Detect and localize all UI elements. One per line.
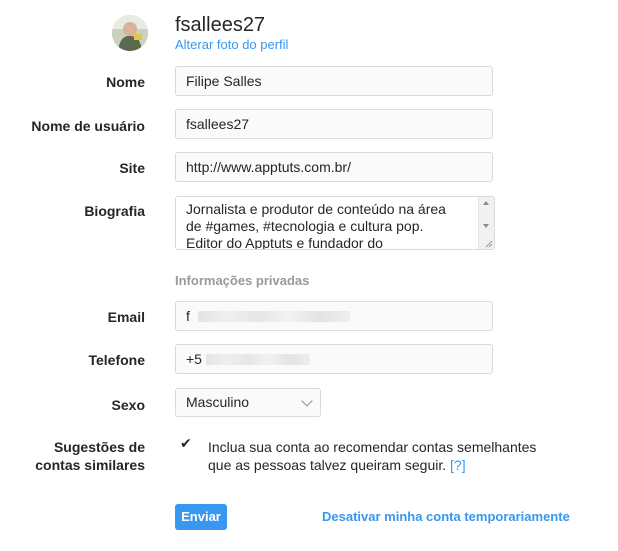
email-visible-value: f	[186, 308, 190, 324]
phone-visible-value: +5	[186, 351, 202, 367]
gender-select[interactable]: Masculino	[175, 388, 321, 417]
help-link[interactable]: [?]	[450, 457, 466, 473]
suggestions-checkbox[interactable]: ✔	[180, 436, 193, 450]
scroll-down-arrow-icon[interactable]	[483, 224, 489, 228]
profile-username: fsallees27	[175, 14, 266, 36]
suggestions-label-line: Sugestões de	[53, 439, 145, 455]
phone-blurred-region	[206, 354, 310, 365]
chevron-down-icon	[301, 395, 313, 407]
email-label: Email	[107, 309, 145, 325]
name-label: Nome	[106, 74, 145, 90]
change-profile-photo-link[interactable]: Alterar foto do perfil	[175, 37, 288, 52]
gender-label: Sexo	[111, 397, 145, 413]
name-input[interactable]: Filipe Salles	[175, 66, 493, 96]
bio-line: Editor do Apptuts e fundador do	[186, 235, 383, 250]
bio-line: Jornalista e produtor de conteúdo na áre…	[186, 201, 446, 217]
website-label: Site	[119, 160, 145, 176]
suggestions-text-line: que as pessoas talvez queiram seguir. [?…	[208, 456, 568, 474]
deactivate-account-link[interactable]: Desativar minha conta temporariamente	[322, 509, 570, 524]
gender-selected-value: Masculino	[186, 394, 250, 410]
website-input[interactable]: http://www.apptuts.com.br/	[175, 152, 493, 182]
profile-photo-icon	[112, 15, 148, 51]
private-info-heading: Informações privadas	[175, 273, 310, 288]
suggestions-text-line2: que as pessoas talvez queiram seguir.	[208, 457, 447, 473]
suggestions-text-line: Inclua sua conta ao recomendar contas se…	[208, 439, 537, 455]
resize-grip-icon[interactable]	[485, 240, 493, 248]
username-label: Nome de usuário	[31, 118, 145, 134]
email-blurred-region	[198, 311, 350, 322]
phone-input[interactable]: +5	[175, 344, 493, 374]
email-input[interactable]: f	[175, 301, 493, 331]
bio-label: Biografia	[84, 203, 145, 219]
suggestions-label: Sugestões de contas similares	[0, 438, 145, 474]
submit-button[interactable]: Enviar	[175, 504, 227, 530]
bio-textarea[interactable]: Jornalista e produtor de conteúdo na áre…	[175, 196, 495, 250]
suggestions-label-line: contas similares	[35, 457, 145, 473]
phone-label: Telefone	[88, 352, 145, 368]
avatar[interactable]	[112, 15, 148, 51]
suggestions-description: Inclua sua conta ao recomendar contas se…	[208, 438, 568, 474]
username-input[interactable]: fsallees27	[175, 109, 493, 139]
bio-line: de #games, #tecnologia e cultura pop.	[186, 218, 424, 234]
scroll-up-arrow-icon[interactable]	[483, 201, 489, 205]
